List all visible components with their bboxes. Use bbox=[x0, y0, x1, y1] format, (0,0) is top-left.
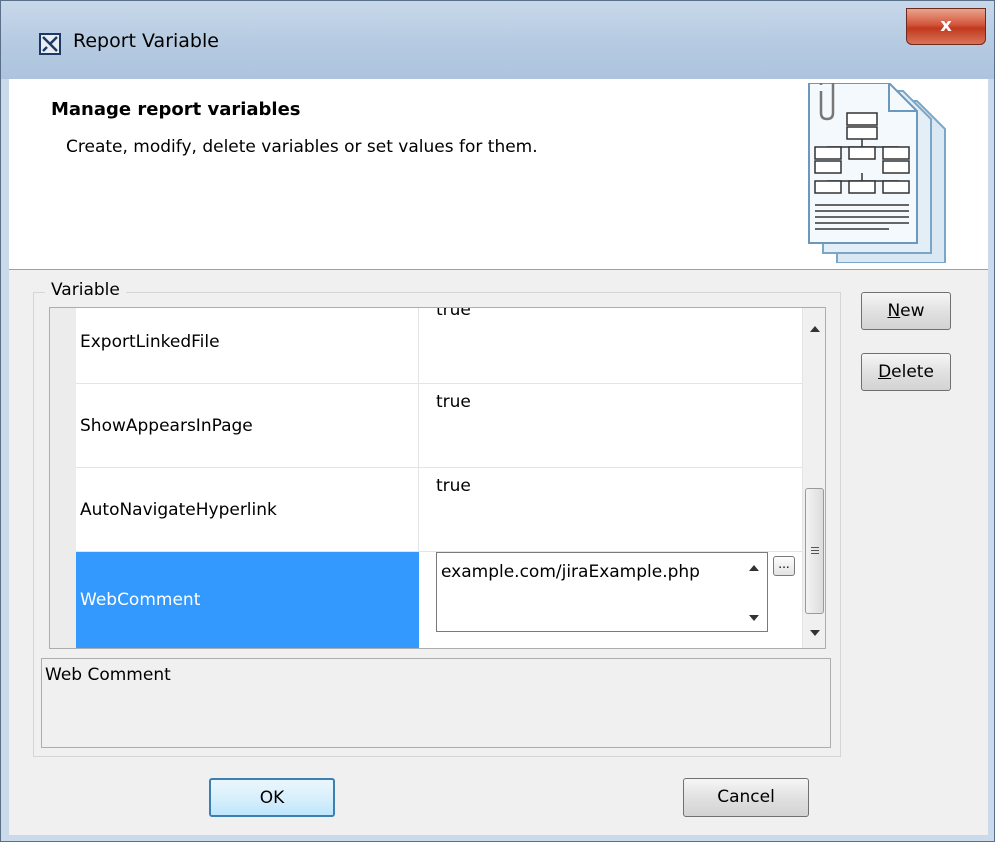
value-editor-text[interactable]: example.com/jiraExample.php bbox=[441, 560, 737, 584]
variable-description-panel: Web Comment bbox=[41, 658, 831, 748]
report-variable-dialog: Report Variable x Manage report variable… bbox=[0, 0, 995, 842]
header-panel: Manage report variables Create, modify, … bbox=[9, 79, 988, 270]
variable-name-cell[interactable]: AutoNavigateHyperlink bbox=[76, 468, 419, 551]
scroll-down-arrow-icon[interactable] bbox=[749, 615, 759, 621]
delete-label: elete bbox=[891, 362, 934, 382]
new-button[interactable]: New bbox=[861, 292, 951, 330]
close-button[interactable]: x bbox=[906, 8, 986, 45]
scroll-down-arrow-icon[interactable] bbox=[810, 630, 820, 636]
delete-button[interactable]: Delete bbox=[861, 353, 951, 391]
delete-mnemonic: D bbox=[878, 362, 892, 382]
ellipsis-button[interactable]: ... bbox=[773, 556, 795, 576]
table-row[interactable]: ShowAppearsInPage true bbox=[76, 384, 802, 468]
variable-value-cell[interactable]: true bbox=[419, 468, 802, 551]
title-bar[interactable]: Report Variable x bbox=[1, 1, 994, 79]
variable-description-text: Web Comment bbox=[45, 665, 171, 685]
editor-scrollbar[interactable] bbox=[741, 553, 767, 631]
variable-table[interactable]: ExportLinkedFile true ShowAppearsInPage … bbox=[49, 307, 826, 649]
grip-icon bbox=[811, 547, 819, 548]
table-row[interactable]: AutoNavigateHyperlink true bbox=[76, 468, 802, 552]
scroll-thumb[interactable] bbox=[805, 488, 824, 614]
report-template-icon bbox=[808, 83, 946, 263]
dialog-body: Manage report variables Create, modify, … bbox=[9, 79, 988, 835]
variable-value-cell[interactable]: true bbox=[419, 384, 802, 467]
cancel-button[interactable]: Cancel bbox=[683, 778, 809, 817]
close-icon: x bbox=[940, 15, 952, 36]
table-row[interactable]: ExportLinkedFile true bbox=[76, 308, 802, 384]
new-mnemonic: N bbox=[887, 301, 901, 321]
app-icon bbox=[39, 33, 61, 55]
new-label: ew bbox=[900, 301, 925, 321]
row-header-gutter bbox=[50, 308, 76, 648]
table-scrollbar[interactable] bbox=[802, 308, 825, 648]
ok-button[interactable]: OK bbox=[209, 778, 335, 817]
table-row-selected[interactable]: WebComment example.com/jiraExample.php .… bbox=[76, 552, 802, 648]
variable-name-cell[interactable]: ShowAppearsInPage bbox=[76, 384, 419, 467]
variable-name-cell[interactable]: WebComment bbox=[76, 552, 419, 648]
variable-value-cell[interactable]: true bbox=[419, 308, 802, 383]
variable-group-label: Variable bbox=[45, 280, 126, 300]
value-editor[interactable]: example.com/jiraExample.php bbox=[436, 552, 768, 632]
scroll-up-arrow-icon[interactable] bbox=[749, 565, 759, 571]
header-title: Manage report variables bbox=[51, 99, 301, 120]
header-description: Create, modify, delete variables or set … bbox=[66, 137, 538, 157]
scroll-up-arrow-icon[interactable] bbox=[810, 326, 820, 332]
variable-value-cell[interactable]: example.com/jiraExample.php ... bbox=[419, 552, 802, 648]
window-title: Report Variable bbox=[73, 30, 219, 52]
variable-name-cell[interactable]: ExportLinkedFile bbox=[76, 308, 419, 383]
